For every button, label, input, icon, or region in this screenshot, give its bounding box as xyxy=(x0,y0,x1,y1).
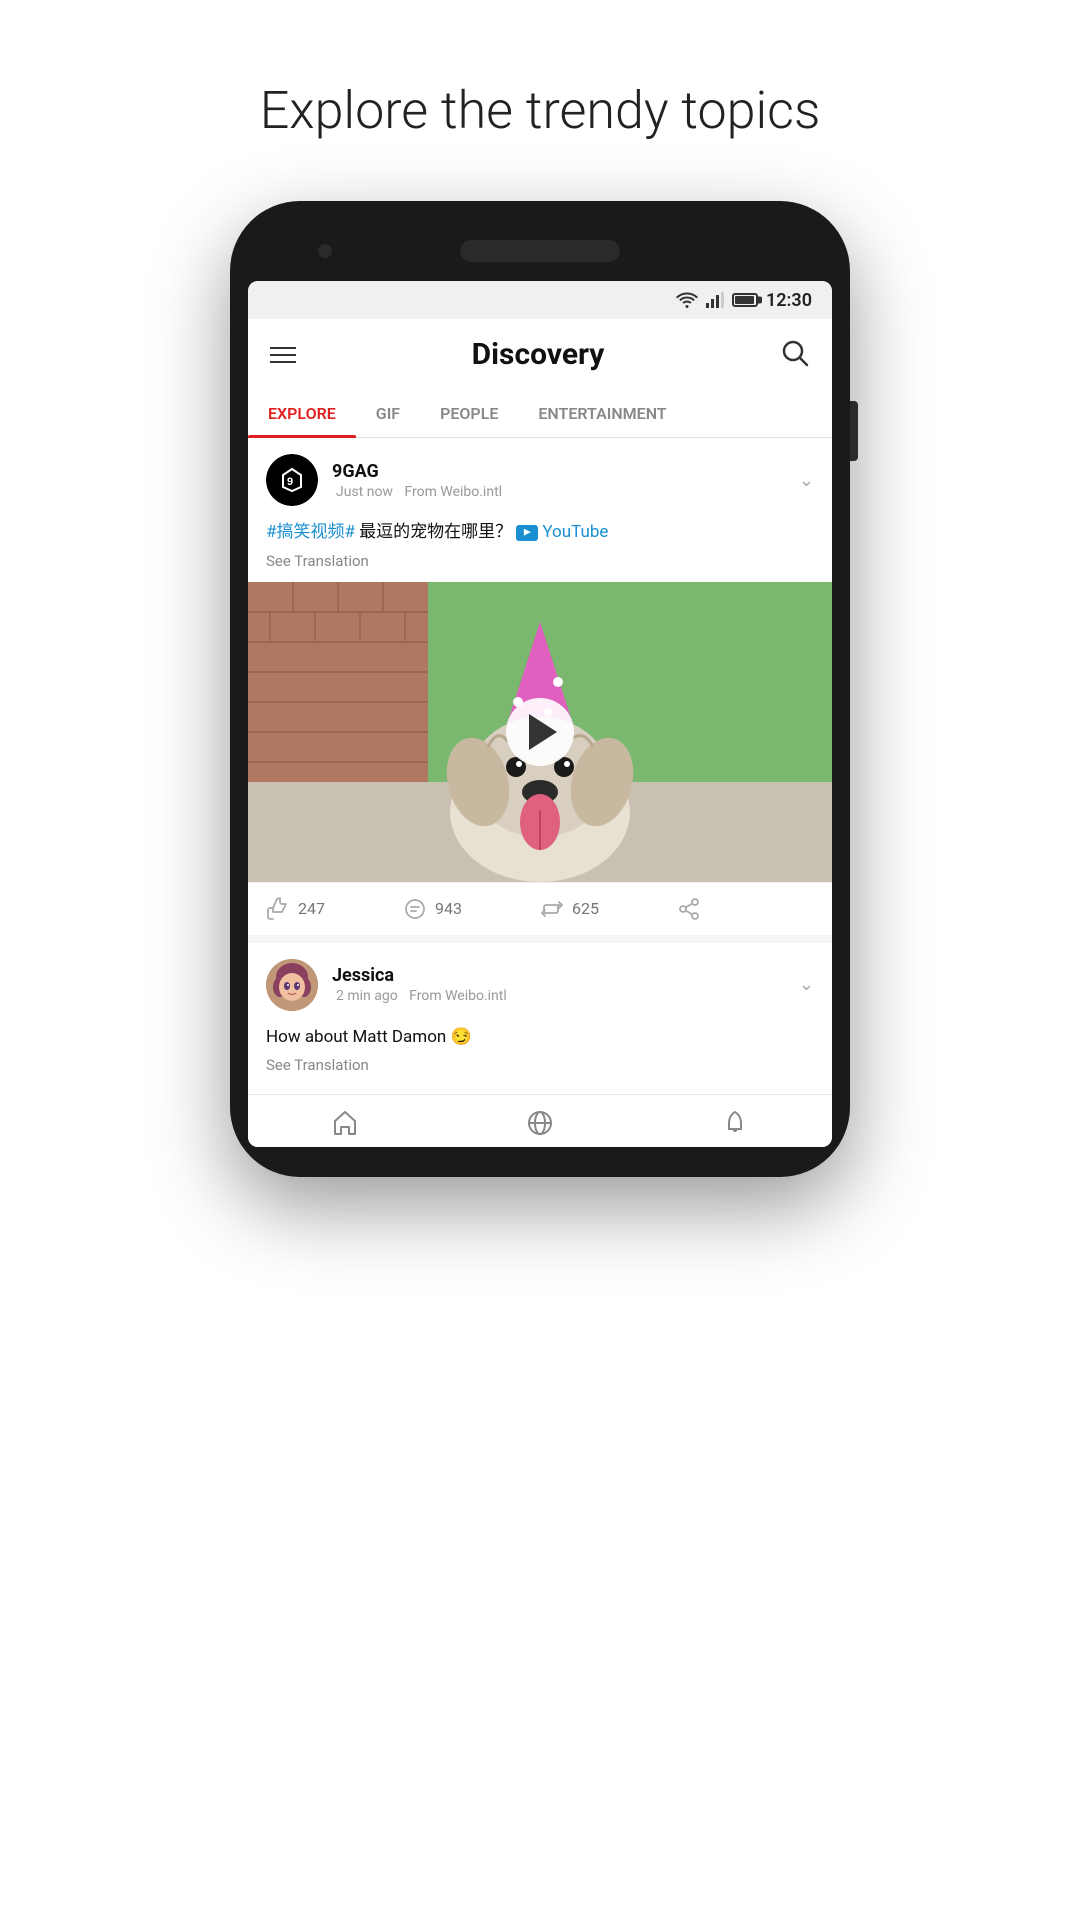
repost-button-9gag[interactable]: 625 xyxy=(540,897,677,921)
phone-speaker xyxy=(460,240,620,262)
like-button-9gag[interactable]: 247 xyxy=(266,897,403,921)
post-meta-9gag: 9GAG Just now From Weibo.intl xyxy=(332,461,799,500)
post-subtitle-9gag: Just now From Weibo.intl xyxy=(332,484,799,500)
youtube-icon xyxy=(516,525,538,541)
post-text-9gag: #搞笑视频# 最逗的宠物在哪里？ YouTube xyxy=(266,520,814,546)
comment-button-9gag[interactable]: 943 xyxy=(403,897,540,921)
comment-icon xyxy=(403,897,427,921)
comment-count-9gag: 943 xyxy=(435,899,462,918)
post-author-9gag: 9GAG xyxy=(332,461,799,482)
hashtag-9gag: #搞笑视频# xyxy=(266,522,355,542)
post-meta-jessica: Jessica 2 min ago From Weibo.intl xyxy=(332,965,799,1004)
tab-gif[interactable]: GIF xyxy=(356,390,420,437)
repost-icon xyxy=(540,897,564,921)
chevron-down-jessica[interactable]: ⌄ xyxy=(799,974,814,995)
page-heading: Explore the trendy topics xyxy=(260,80,821,141)
battery-icon xyxy=(732,293,758,307)
post-text-jessica: How about Matt Damon 😏 xyxy=(266,1025,814,1051)
post-time-9gag: Just now xyxy=(336,484,393,500)
post-source-9gag: From Weibo.intl xyxy=(404,484,502,500)
avatar-9gag: 9 xyxy=(266,454,318,506)
status-bar: 12:30 xyxy=(248,281,832,319)
share-icon xyxy=(677,897,701,921)
search-button[interactable] xyxy=(780,338,810,372)
phone-screen: 12:30 Discovery EXPLORE GIF PEOPLE E xyxy=(248,281,832,1147)
post-source-jessica: From Weibo.intl xyxy=(409,988,507,1004)
bell-icon xyxy=(721,1109,749,1137)
post-body-text-9gag: 最逗的宠物在哪里？ xyxy=(355,522,512,542)
like-icon xyxy=(266,897,290,921)
wifi-icon xyxy=(676,292,698,308)
app-header: Discovery xyxy=(248,319,832,390)
repost-count-9gag: 625 xyxy=(572,899,599,918)
bottom-nav xyxy=(248,1094,832,1147)
search-icon xyxy=(780,338,810,368)
hamburger-icon[interactable] xyxy=(270,347,296,363)
nav-home[interactable] xyxy=(248,1109,443,1137)
post-card-9gag: 9 9GAG Just now From Weibo.intl ⌄ xyxy=(248,438,832,935)
svg-text:9: 9 xyxy=(287,476,293,488)
discover-icon xyxy=(526,1109,554,1137)
post-card-jessica: Jessica 2 min ago From Weibo.intl ⌄ How … xyxy=(248,943,832,1087)
play-triangle xyxy=(529,714,557,750)
post-time-jessica: 2 min ago xyxy=(336,988,398,1004)
like-count-9gag: 247 xyxy=(298,899,325,918)
tab-people[interactable]: PEOPLE xyxy=(420,390,518,437)
post-header-9gag: 9 9GAG Just now From Weibo.intl ⌄ xyxy=(248,438,832,516)
jessica-avatar-svg xyxy=(266,959,318,1011)
phone-top-bar xyxy=(248,221,832,281)
phone-camera xyxy=(318,244,332,258)
post-actions-9gag: 247 943 xyxy=(248,882,832,935)
9gag-logo: 9 xyxy=(273,461,311,499)
youtube-link[interactable]: YouTube xyxy=(542,522,608,542)
post-author-jessica: Jessica xyxy=(332,965,799,986)
home-icon xyxy=(331,1109,359,1137)
post-subtitle-jessica: 2 min ago From Weibo.intl xyxy=(332,988,799,1004)
feed-content: 9 9GAG Just now From Weibo.intl ⌄ xyxy=(248,438,832,1086)
nav-discover[interactable] xyxy=(443,1109,638,1137)
phone-frame: 12:30 Discovery EXPLORE GIF PEOPLE E xyxy=(230,201,850,1177)
hamburger-line-3 xyxy=(270,361,296,363)
signal-icon xyxy=(706,292,724,308)
see-translation-9gag[interactable]: See Translation xyxy=(266,552,814,570)
status-time: 12:30 xyxy=(766,290,812,311)
post-header-jessica: Jessica 2 min ago From Weibo.intl ⌄ xyxy=(248,943,832,1021)
hamburger-line-2 xyxy=(270,354,296,356)
hamburger-line-1 xyxy=(270,347,296,349)
chevron-down-9gag[interactable]: ⌄ xyxy=(799,470,814,491)
tab-explore[interactable]: EXPLORE xyxy=(248,390,356,437)
post-body-jessica: How about Matt Damon 😏 See Translation xyxy=(248,1021,832,1087)
tabs-bar: EXPLORE GIF PEOPLE ENTERTAINMENT xyxy=(248,390,832,438)
phone-side-button xyxy=(850,401,858,461)
play-button[interactable] xyxy=(506,698,574,766)
tab-entertainment[interactable]: ENTERTAINMENT xyxy=(518,390,686,437)
share-button-9gag[interactable] xyxy=(677,897,814,921)
post-body-9gag: #搞笑视频# 最逗的宠物在哪里？ YouTube See Translation xyxy=(248,516,832,582)
video-thumbnail-9gag[interactable] xyxy=(248,582,832,882)
status-icons: 12:30 xyxy=(676,290,812,311)
avatar-jessica xyxy=(266,959,318,1011)
see-translation-jessica[interactable]: See Translation xyxy=(266,1056,814,1074)
nav-notifications[interactable] xyxy=(637,1109,832,1137)
app-title: Discovery xyxy=(472,337,605,372)
